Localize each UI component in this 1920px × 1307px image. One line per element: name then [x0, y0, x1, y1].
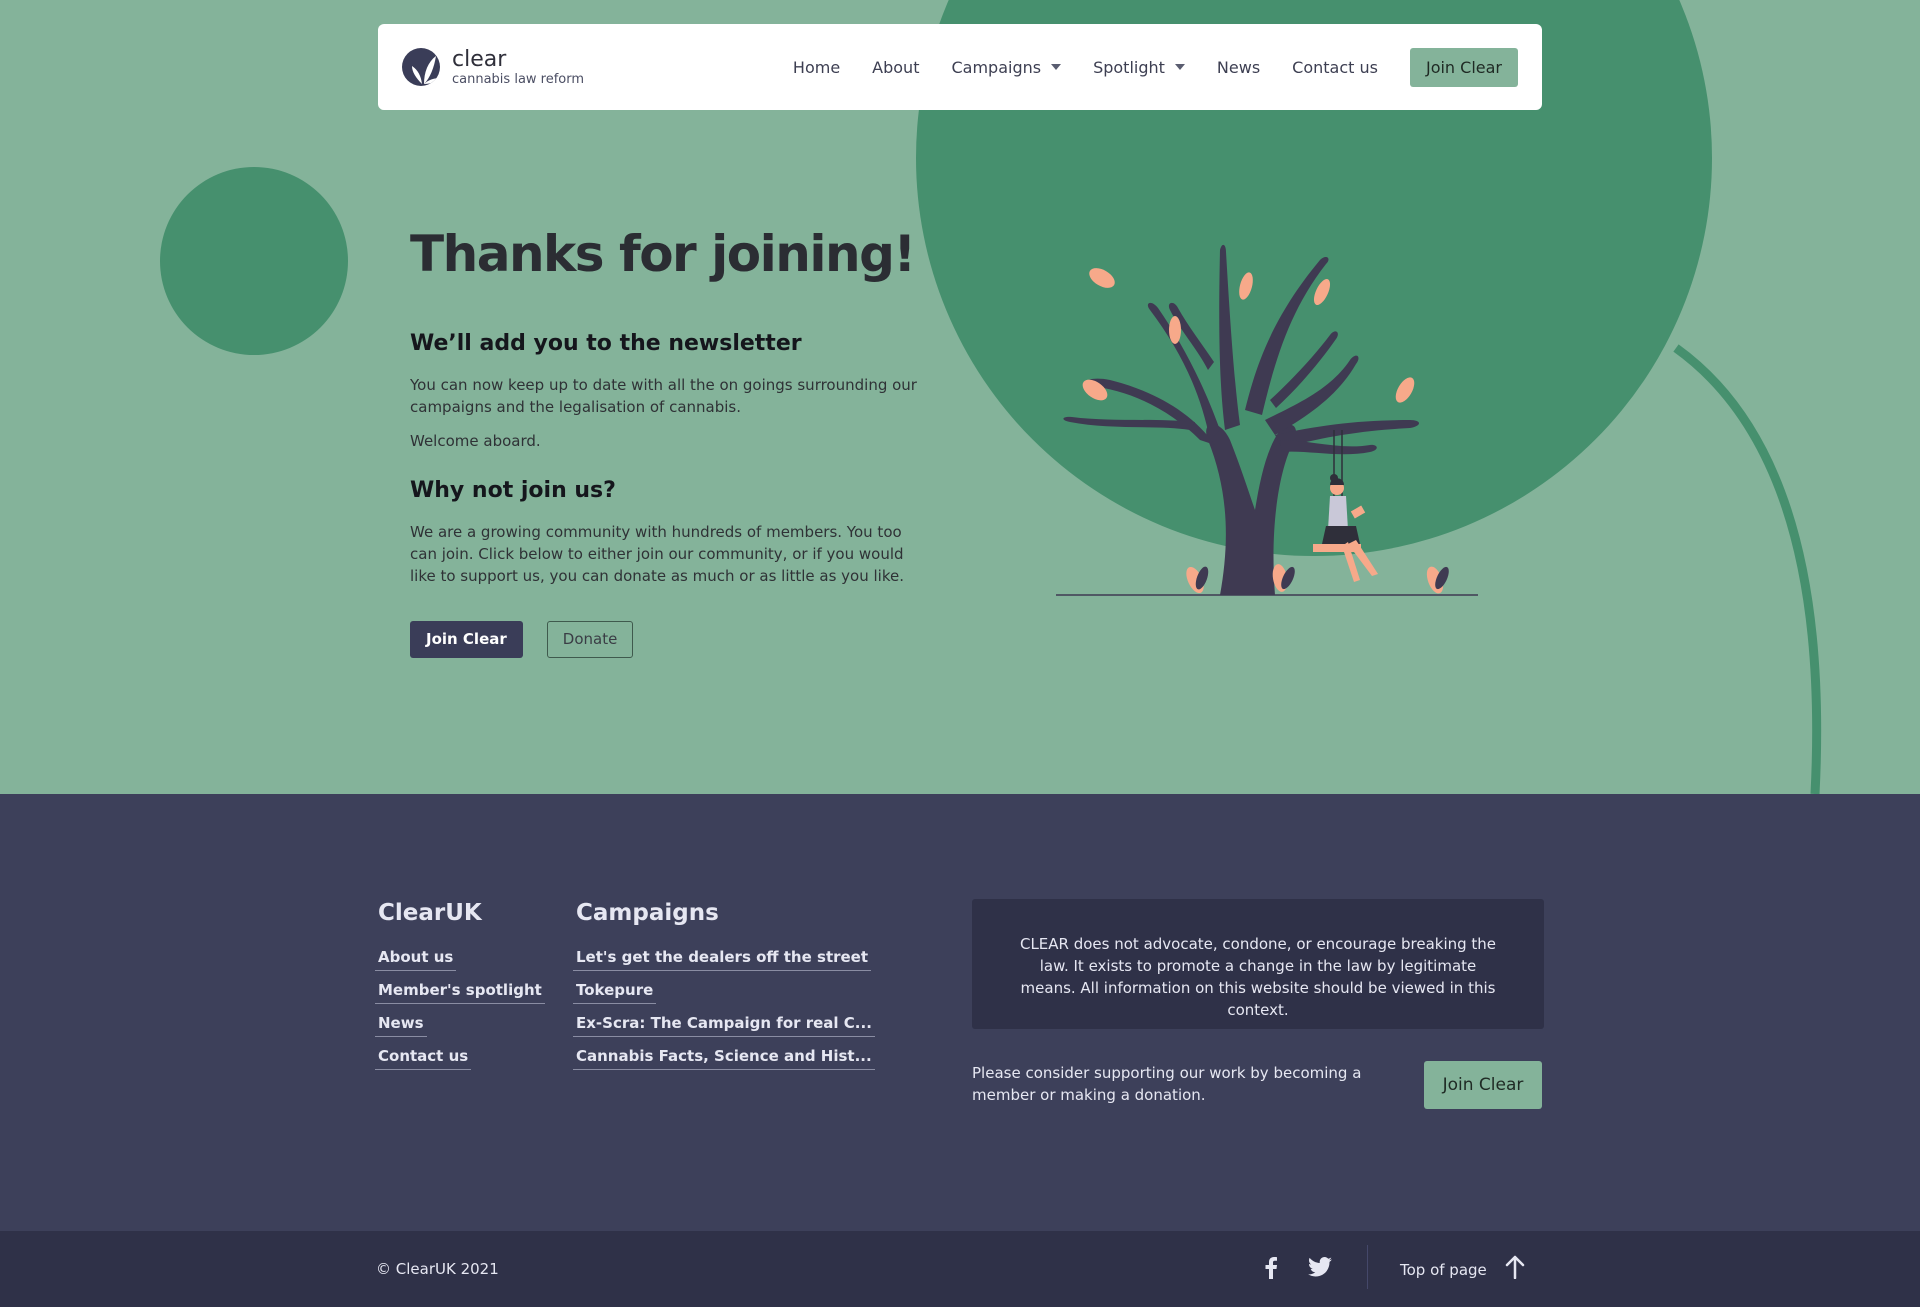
nav-label: Campaigns: [951, 57, 1042, 77]
nav-item-news[interactable]: News: [1217, 58, 1260, 77]
bottom-divider: [1367, 1245, 1368, 1289]
nav-item-about[interactable]: About: [872, 58, 919, 77]
top-navbar: clear cannabis law reform Home About Cam…: [378, 24, 1542, 110]
nav-label: About: [872, 57, 920, 77]
nav-item-home[interactable]: Home: [793, 58, 840, 77]
newsletter-text: You can now keep up to date with all the…: [410, 376, 917, 416]
nav-item-contact[interactable]: Contact us: [1292, 58, 1378, 77]
nav-item-campaigns[interactable]: Campaigns: [951, 57, 1062, 77]
footer-link-campaign[interactable]: Let's get the dealers off the street: [573, 948, 872, 971]
nav-join-button[interactable]: Join Clear: [1409, 47, 1518, 87]
decorative-arc-line: [1673, 344, 1822, 794]
leaf-logo-icon: [402, 48, 440, 86]
donate-button[interactable]: Donate: [546, 621, 634, 658]
hero-button-row: Join Clear Donate: [410, 621, 930, 658]
page-title: Thanks for joining!: [410, 225, 916, 283]
copyright-text: © ClearUK 2021: [376, 1260, 499, 1278]
join-text: We are a growing community with hundreds…: [410, 523, 904, 585]
footer-link-campaign[interactable]: Cannabis Facts, Science and Hist...: [573, 1047, 875, 1070]
footer: ClearUK About us Member's spotlight News…: [0, 794, 1920, 1231]
join-heading: Why not join us?: [410, 478, 616, 503]
disclaimer-box: CLEAR does not advocate, condone, or enc…: [972, 899, 1544, 1029]
footer-link-campaign[interactable]: Ex-Scra: The Campaign for real C...: [573, 1014, 875, 1037]
arrow-up-icon[interactable]: [1505, 1255, 1525, 1283]
welcome-text: Welcome aboard.: [410, 432, 541, 450]
footer-join-button[interactable]: Join Clear: [1424, 1061, 1542, 1109]
nav-item-spotlight[interactable]: Spotlight: [1093, 58, 1185, 77]
nav-label: News: [1216, 57, 1261, 77]
footer-link-members-spotlight[interactable]: Member's spotlight: [375, 981, 545, 1004]
bottom-bar: © ClearUK 2021 Top of page: [0, 1231, 1920, 1307]
footer-link-campaign[interactable]: Tokepure: [573, 981, 657, 1004]
facebook-icon[interactable]: [1264, 1257, 1278, 1283]
footer-link-contact-us[interactable]: Contact us: [375, 1047, 472, 1070]
tree-swing-illustration: [1056, 244, 1478, 596]
join-clear-button[interactable]: Join Clear: [410, 621, 523, 658]
twitter-icon[interactable]: [1308, 1257, 1332, 1281]
disclaimer-text: CLEAR does not advocate, condone, or enc…: [1019, 935, 1497, 1019]
brand-name: clear: [452, 46, 507, 72]
hero-content: Thanks for joining! We’ll add you to the…: [410, 225, 930, 658]
footer-col-campaigns: Campaigns Let's get the dealers off the …: [573, 900, 875, 1080]
footer-col-title: Campaigns: [576, 900, 719, 926]
top-of-page-link[interactable]: Top of page: [1400, 1261, 1487, 1279]
main-nav: Home About Campaigns Spotlight News Cont…: [793, 47, 1518, 87]
chevron-down-icon: [1051, 64, 1062, 70]
hero-section: clear cannabis law reform Home About Cam…: [0, 0, 1920, 794]
chevron-down-icon: [1174, 64, 1185, 70]
nav-label: Contact us: [1292, 57, 1378, 77]
support-text: Please consider supporting our work by b…: [972, 1064, 1362, 1104]
newsletter-heading: We’ll add you to the newsletter: [410, 331, 802, 356]
nav-label: Spotlight: [1093, 57, 1165, 77]
brand-tagline: cannabis law reform: [452, 71, 585, 87]
footer-col-clearuk: ClearUK About us Member's spotlight News…: [375, 900, 545, 1080]
footer-link-about-us[interactable]: About us: [375, 948, 457, 971]
logo[interactable]: clear cannabis law reform: [402, 48, 584, 86]
footer-link-news[interactable]: News: [375, 1014, 427, 1037]
nav-label: Home: [792, 57, 841, 77]
footer-col-title: ClearUK: [378, 900, 482, 926]
